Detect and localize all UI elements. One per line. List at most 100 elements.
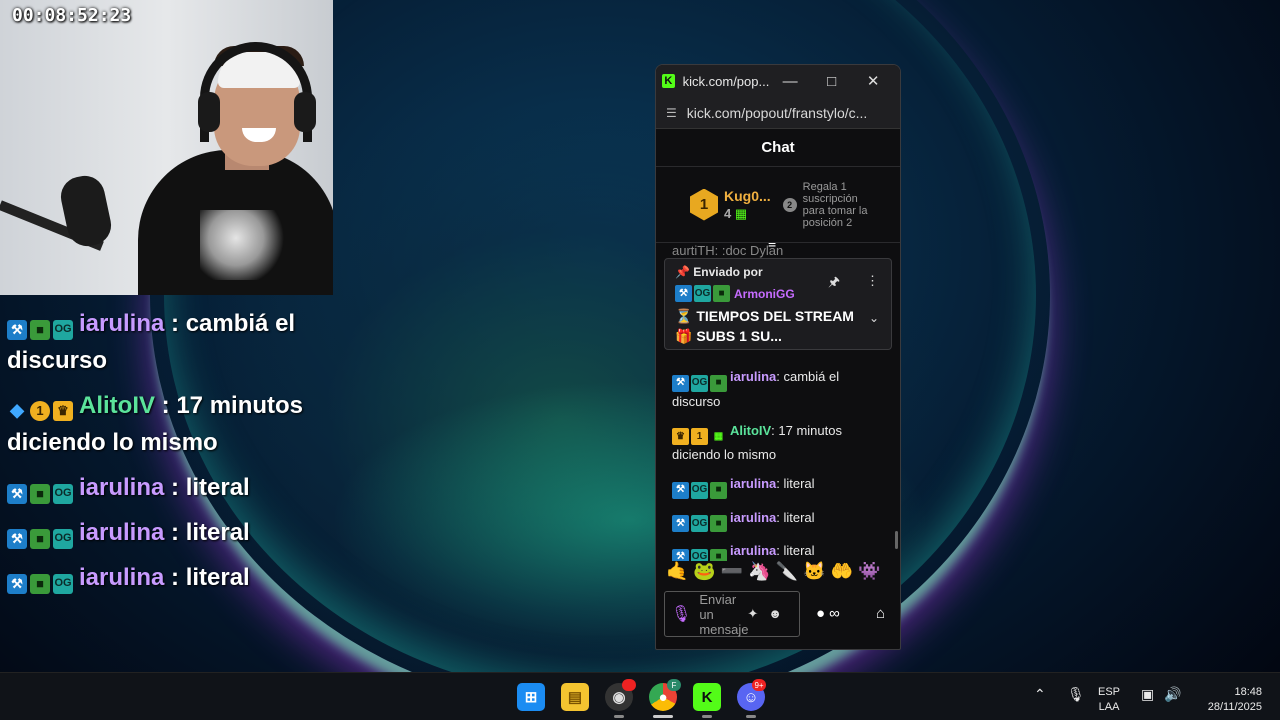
more-options-icon[interactable]: ⋮: [866, 273, 879, 295]
chat-message[interactable]: ⚒ OG ■ iarulina: literal: [672, 508, 882, 532]
creeper-badge-icon: ■: [30, 483, 50, 504]
store-icon[interactable]: ⌂: [876, 605, 885, 622]
chat-messages-area[interactable]: aurtiTH: :doc Dylan ≡ 📌 Enviado por ⚒ OG…: [656, 243, 900, 561]
stream-timer: 00:08:52:23: [12, 5, 132, 26]
emoji-icon[interactable]: ☻: [768, 606, 782, 622]
og-badge-icon: OG: [691, 374, 708, 392]
address-bar[interactable]: ☰ kick.com/popout/franstylo/c...: [656, 97, 900, 129]
infinity-icon[interactable]: ∞: [829, 605, 840, 622]
emote-button[interactable]: 🤲: [831, 561, 853, 582]
scrollbar[interactable]: [895, 531, 898, 549]
overlay-chat: ⚒ ■ OG iarulina : cambiá el discurso ◆ 1 ♛ Alit…: [7, 305, 327, 604]
language-code: ESP: [1098, 686, 1121, 698]
subgift-badge-icon: 1: [691, 428, 708, 445]
overlay-chat-message: ◆ 1 ♛ AlitoIV : 17 minutos diciendo lo mism…: [7, 387, 327, 461]
channel-points-icon[interactable]: ●: [816, 605, 825, 622]
recent-emotes-row: 🤙 🐸 ➖ 🦄 🔪 🐱 🤲 👾: [666, 561, 892, 582]
og-badge-icon: OG: [691, 548, 708, 561]
moderator-badge-icon: ⚒: [672, 515, 689, 532]
emote-button[interactable]: 🦄: [748, 561, 770, 582]
chevron-down-icon[interactable]: ⌄: [869, 311, 879, 325]
chat-username[interactable]: iarulina: [730, 369, 776, 384]
collapse-pinned-icon[interactable]: ≡: [768, 243, 776, 251]
creeper-badge-icon: ■: [710, 548, 727, 561]
pin-icon: 📌: [675, 265, 690, 279]
emote-button[interactable]: 🐱: [803, 561, 825, 582]
kick-logo-icon: K: [662, 74, 675, 88]
chat-username[interactable]: AlitoIV: [730, 423, 771, 438]
creeper-badge-icon: ■: [710, 481, 727, 499]
pinned-text: ⏳ TIEMPOS DEL STREAM 🎁 SUBS 1 SU...: [675, 308, 854, 344]
chat-title: Chat: [761, 139, 795, 156]
leaderboard-top-user[interactable]: Kug0... 4 ▦: [724, 188, 771, 222]
moderator-badge-icon: ⚒: [7, 573, 27, 594]
chat-username[interactable]: iarulina: [730, 476, 776, 491]
overlay-chat-message: ⚒ ■ OG iarulina : literal: [7, 559, 327, 596]
chat-username[interactable]: iarulina: [730, 543, 776, 558]
close-icon[interactable]: ✕: [852, 65, 894, 97]
og-badge-icon: OG: [53, 319, 73, 340]
network-icon[interactable]: ▣: [1141, 687, 1154, 702]
window-titlebar[interactable]: K kick.com/pop... — □ ✕: [656, 65, 900, 97]
rank-2-icon: 2: [782, 197, 797, 212]
og-badge-icon: OG: [53, 573, 73, 594]
chat-message-text: : literal: [776, 509, 815, 525]
emote-button[interactable]: 🔪: [776, 561, 798, 582]
creeper-badge-icon: ■: [710, 515, 727, 532]
message-input[interactable]: 🎙 Enviar un mensaje ✦ ☻: [664, 591, 800, 637]
minimize-icon[interactable]: —: [769, 65, 811, 97]
gift-icon: ▦: [734, 205, 748, 221]
overlay-chat-message: ⚒ ■ OG iarulina : literal: [7, 514, 327, 551]
pinned-header: Enviado por: [693, 265, 763, 279]
creeper-badge-icon: ■: [710, 374, 727, 392]
obs-recording-dot: [622, 679, 636, 691]
user-badges: ⚒ OG ■: [672, 481, 727, 499]
chat-message[interactable]: ⚒ OG ■ iarulina: cambiá el discurso: [672, 367, 882, 412]
overlay-username: iarulina: [79, 519, 165, 546]
pinned-user[interactable]: ArmoniGG: [734, 287, 795, 301]
og-badge-icon: OG: [53, 483, 73, 504]
moderator-badge-icon: ⚒: [672, 548, 689, 561]
overlay-chat-message: ⚒ ■ OG iarulina : cambiá el discurso: [7, 305, 327, 379]
kick-emotes-icon[interactable]: ✦: [747, 606, 758, 622]
maximize-icon[interactable]: □: [811, 65, 853, 97]
user-badges: ♛ 1 ▦: [672, 428, 727, 445]
crown-badge-icon: ♛: [672, 428, 689, 445]
headset-ear-left: [198, 92, 220, 132]
clock-time: 18:48: [1234, 686, 1262, 698]
user-badges: ◆ 1 ♛: [7, 400, 73, 421]
moderator-badge-icon: ⚒: [7, 528, 27, 549]
url-text[interactable]: kick.com/popout/franstylo/c...: [687, 105, 887, 121]
emote-button[interactable]: 🤙: [666, 561, 688, 582]
windows-taskbar: ⊞ ▤ ◉ ● F K ☺ 9+ ⌃ 🎙 ESP LAA ▣ 🔊 18:48 2…: [0, 672, 1280, 720]
chat-message[interactable]: ⚒ OG ■ iarulina: literal: [672, 474, 882, 499]
kick-app-icon[interactable]: K: [693, 683, 721, 711]
microphone-icon[interactable]: 🎙: [671, 604, 691, 624]
language-indicator[interactable]: ESP LAA: [1098, 685, 1120, 715]
system-clock[interactable]: 18:48 28/11/2025: [1196, 685, 1262, 715]
file-explorer-icon[interactable]: ▤: [561, 683, 589, 711]
chat-username[interactable]: iarulina: [730, 510, 776, 525]
moderator-badge-icon: ⚒: [672, 374, 689, 392]
overlay-username: iarulina: [79, 564, 165, 591]
chat-message[interactable]: ⚒ OG ■ iarulina: literal: [672, 541, 882, 561]
emote-button[interactable]: 👾: [858, 561, 880, 582]
site-settings-icon[interactable]: ☰: [666, 106, 677, 120]
unpin-icon[interactable]: 🖈: [828, 273, 840, 295]
volume-icon[interactable]: 🔊: [1164, 687, 1181, 702]
emote-button[interactable]: 🐸: [693, 561, 715, 582]
message-placeholder[interactable]: Enviar un mensaje: [699, 592, 748, 637]
og-badge-icon: OG: [691, 515, 708, 532]
user-badges: ⚒ OG ■: [672, 515, 727, 532]
chevron-up-icon[interactable]: ⌃: [1034, 687, 1046, 702]
start-windows-icon[interactable]: ⊞: [517, 683, 545, 711]
emote-button[interactable]: ➖: [721, 561, 743, 582]
microphone-tray-icon[interactable]: 🎙: [1067, 687, 1085, 702]
chat-message-text: : literal: [776, 476, 815, 491]
pinned-message[interactable]: 📌 Enviado por ⚒ OG ■ ArmoniGG ⏳ TIEMPOS …: [664, 258, 892, 350]
overlay-chat-message: ⚒ ■ OG iarulina : literal: [7, 469, 327, 506]
chrome-active-indicator: [653, 715, 673, 718]
overlay-username: iarulina: [79, 310, 165, 337]
user-badges: ⚒ ■ OG: [7, 528, 73, 549]
chat-message[interactable]: ♛ 1 ▦ AlitoIV: 17 minutos diciendo lo mismo: [672, 421, 882, 466]
